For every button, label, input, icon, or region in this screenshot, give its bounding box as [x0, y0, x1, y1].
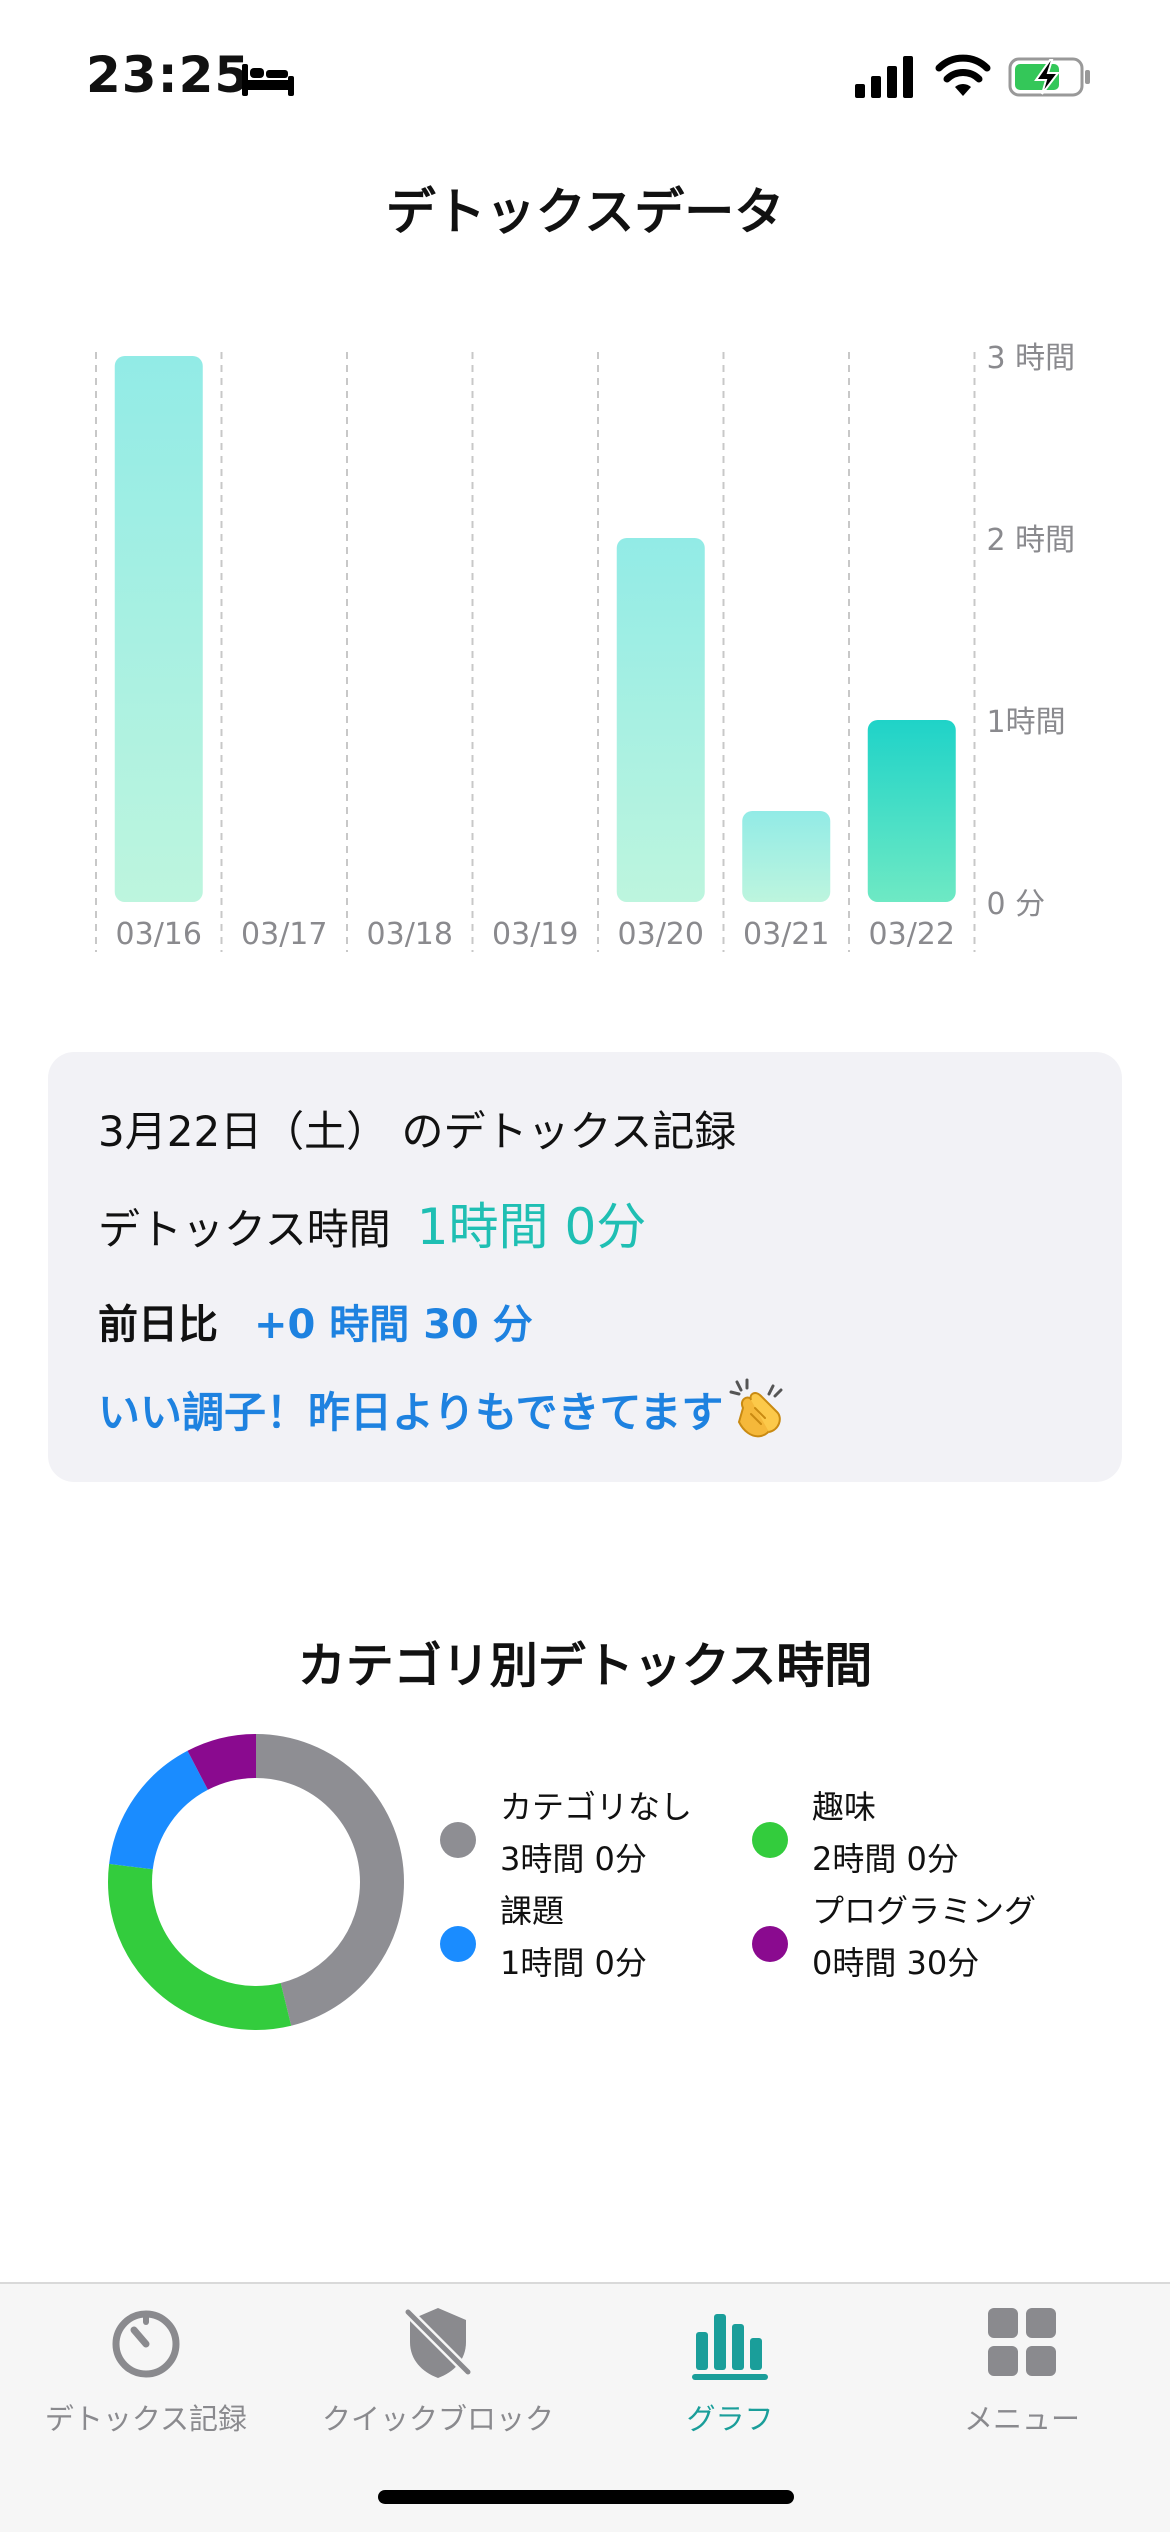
tab-menu[interactable]: メニュー — [876, 2302, 1168, 2452]
cellular-signal-icon — [855, 56, 913, 98]
tab-label: デトックス記録 — [44, 2402, 248, 2436]
chart-bar — [867, 720, 956, 902]
battery-charging-icon — [1008, 57, 1090, 97]
legend-item-no-category: カテゴリなし 3時間 0分 — [440, 1782, 740, 1892]
legend-name: プログラミング — [812, 1892, 1037, 1930]
chart-bar — [616, 538, 705, 902]
grid-icon — [988, 2308, 1056, 2376]
detox-time-value: 1時間 0分 — [416, 1198, 647, 1256]
detox-time-label: デトックス時間 — [98, 1205, 391, 1254]
chart-bar — [742, 811, 831, 902]
x-tick-label: 03/20 — [618, 917, 704, 952]
category-donut-chart — [108, 1734, 404, 2030]
x-tick-label: 03/22 — [869, 917, 955, 952]
legend-item-programming: プログラミング 0時間 30分 — [752, 1886, 1052, 1996]
status-bar: 23:25 — [0, 0, 1170, 150]
encouragement-text: いい調子！昨日よりもできてます — [98, 1387, 724, 1437]
shield-slash-icon — [403, 2307, 473, 2378]
tab-label: グラフ — [686, 2402, 774, 2436]
chart-bar — [114, 356, 203, 902]
timer-icon — [112, 2310, 180, 2378]
legend-value: 2時間 0分 — [812, 1840, 959, 1878]
legend-value: 0時間 30分 — [812, 1944, 980, 1982]
legend-name: 課題 — [500, 1892, 565, 1930]
status-time: 23:25 — [86, 46, 251, 104]
category-section-title: カテゴリ別デトックス時間 — [297, 1638, 873, 1694]
encouragement-row: いい調子！昨日よりもできてます — [98, 1378, 787, 1440]
tab-graph[interactable]: グラフ — [584, 2302, 876, 2452]
compare-label: 前日比 — [98, 1302, 218, 1348]
x-tick-label: 03/21 — [743, 917, 829, 952]
home-indicator — [378, 2490, 794, 2504]
y-tick-label: 0 分 — [987, 887, 1046, 922]
wifi-icon — [935, 54, 991, 96]
daily-summary-card: 3月22日（土） のデトックス記録 デトックス時間 1時間 0分 前日比 +0 … — [48, 1052, 1122, 1482]
detox-bar-chart: 03/16 03/17 03/18 03/19 03/20 03/21 03/22 3 時間 2… — [95, 341, 1076, 952]
y-tick-label: 3 時間 — [987, 341, 1076, 376]
legend-item-hobby: 趣味 2時間 0分 — [752, 1782, 1052, 1892]
x-tick-label: 03/17 — [241, 917, 327, 952]
detox-time-row: デトックス時間 1時間 0分 — [98, 1187, 646, 1259]
y-tick-label: 2 時間 — [987, 523, 1076, 558]
tab-label: クイックブロック — [321, 2402, 554, 2436]
clapping-hands-icon — [729, 1378, 783, 1438]
tab-detox-record[interactable]: デトックス記録 — [0, 2302, 292, 2452]
legend-dot — [440, 1926, 476, 1962]
legend-dot — [440, 1822, 476, 1858]
legend-dot — [752, 1926, 788, 1962]
legend-dot — [752, 1822, 788, 1858]
compare-row: 前日比 +0 時間 30 分 — [98, 1292, 533, 1350]
bar-chart-icon — [692, 2314, 768, 2380]
legend-value: 3時間 0分 — [500, 1840, 647, 1878]
x-tick-label: 03/16 — [116, 917, 202, 952]
legend-item-assignment: 課題 1時間 0分 — [440, 1886, 740, 1996]
tab-label: メニュー — [963, 2402, 1080, 2436]
compare-value: +0 時間 30 分 — [254, 1302, 533, 1348]
legend-value: 1時間 0分 — [500, 1944, 647, 1982]
legend-name: カテゴリなし — [500, 1788, 693, 1826]
x-tick-label: 03/18 — [367, 917, 453, 952]
bed-icon — [242, 64, 294, 96]
page-title: デトックスデータ — [385, 183, 785, 241]
x-tick-label: 03/19 — [492, 917, 578, 952]
summary-title: 3月22日（土） のデトックス記録 — [98, 1107, 737, 1156]
legend-name: 趣味 — [812, 1788, 877, 1826]
y-tick-label: 1時間 — [987, 705, 1066, 740]
tab-quick-block[interactable]: クイックブロック — [292, 2302, 584, 2452]
